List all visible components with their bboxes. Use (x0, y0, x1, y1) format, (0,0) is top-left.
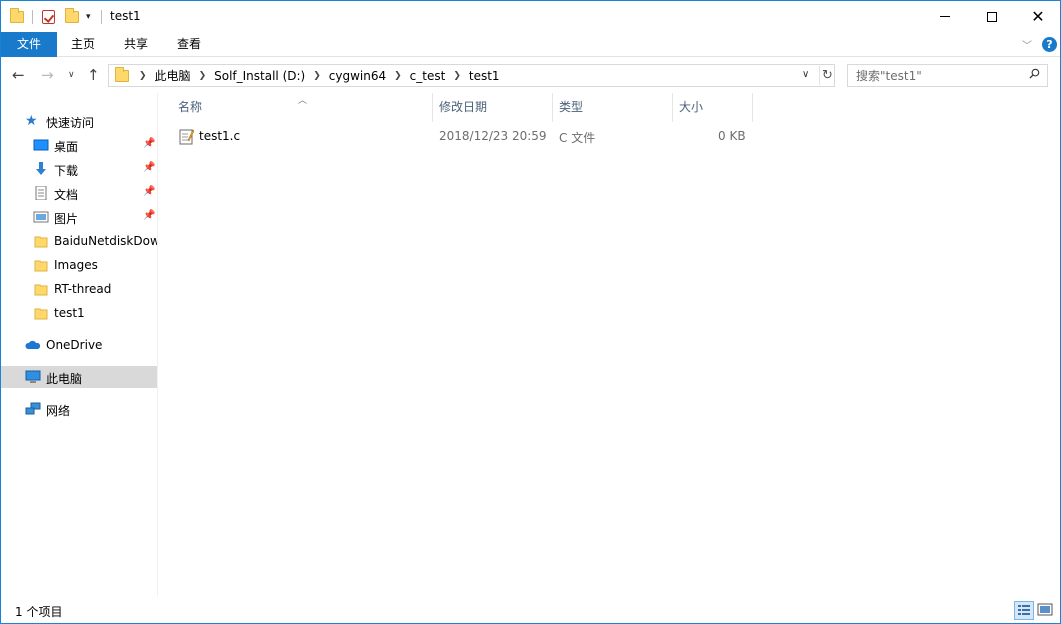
title-bar: ▾ test1 ✕ (1, 1, 1060, 32)
document-icon (35, 186, 47, 200)
breadcrumb-chevron-icon: ❯ (453, 70, 461, 81)
dropdown-icon: ▾ (86, 12, 91, 22)
details-view-button[interactable] (1014, 601, 1034, 620)
pin-icon[interactable]: 📌 (143, 138, 155, 149)
recent-locations-button[interactable]: ∨ (68, 70, 75, 80)
forward-button[interactable]: → (41, 66, 54, 84)
tab-file[interactable]: 文件 (1, 32, 57, 57)
ribbon: 文件 主页 共享 查看 ﹀ ? (1, 32, 1060, 57)
sidebar-onedrive[interactable]: OneDrive (1, 334, 157, 356)
file-type: C 文件 (559, 131, 596, 145)
breadcrumb-c-test[interactable]: c_test (410, 69, 446, 83)
close-button[interactable]: ✕ (1015, 1, 1060, 32)
search-icon[interactable] (1029, 68, 1040, 79)
details-view-icon (1018, 605, 1030, 615)
explorer-window: ▾ test1 ✕ 文件 主页 共享 查看 ﹀ ? ← → ∨ ↑ ❯ 此电脑 … (0, 0, 1061, 624)
sidebar-item-baidunetdisk[interactable]: BaiduNetdiskDow (1, 230, 157, 252)
sidebar-item-pictures[interactable]: 图片 📌 (1, 206, 157, 228)
up-button[interactable]: ↑ (87, 66, 100, 84)
arrow-up-icon: ↑ (87, 66, 100, 84)
column-header-size[interactable]: 大小 (671, 93, 752, 122)
help-icon[interactable]: ? (1042, 37, 1057, 52)
file-list: 名称 ︿ 修改日期 类型 大小 test1.c 2018/12/23 20:59… (161, 93, 1060, 596)
folder-icon (34, 236, 48, 248)
file-modified: 2018/12/23 20:59 (439, 129, 547, 143)
maximize-icon (987, 11, 997, 22)
folder-icon (10, 8, 24, 23)
sidebar-this-pc[interactable]: 此电脑 (1, 366, 157, 388)
title-separator (101, 10, 102, 24)
refresh-icon[interactable]: ↻ (819, 66, 835, 85)
folder-icon (34, 284, 48, 296)
arrow-right-icon: → (41, 66, 54, 84)
download-arrow-icon (36, 162, 46, 175)
sidebar-quick-access[interactable]: ★ 快速访问 (1, 110, 157, 132)
arrow-left-icon: ← (12, 66, 25, 84)
status-bar: 1 个项目 (1, 598, 1060, 623)
c-source-file-icon (179, 129, 194, 145)
network-icon (25, 402, 41, 415)
table-row[interactable]: test1.c 2018/12/23 20:59 C 文件 0 KB (161, 125, 760, 147)
sidebar-item-downloads[interactable]: 下载 📌 (1, 158, 157, 180)
close-icon: ✕ (1031, 6, 1045, 26)
minimize-icon (940, 16, 950, 17)
location-folder-icon (115, 66, 129, 82)
breadcrumb-chevron-icon: ❯ (139, 70, 147, 81)
pictures-icon (33, 211, 49, 223)
sort-ascending-icon: ︿ (298, 96, 308, 106)
item-count: 1 个项目 (15, 605, 63, 619)
large-icons-view-button[interactable] (1036, 601, 1056, 620)
sidebar-item-test1[interactable]: test1 (1, 302, 157, 324)
folder-icon (34, 308, 48, 320)
pin-icon[interactable]: 📌 (143, 162, 155, 173)
window-title: test1 (110, 9, 141, 23)
computer-icon (25, 370, 41, 383)
navigation-bar: ← → ∨ ↑ ❯ 此电脑 ❯ Solf_Install (D:) ❯ cygw… (1, 58, 1060, 93)
sidebar-item-documents[interactable]: 文档 📌 (1, 182, 157, 204)
file-size: 0 KB (718, 129, 746, 143)
large-icons-view-icon (1037, 603, 1053, 616)
search-box (847, 64, 1048, 87)
sidebar-item-desktop[interactable]: 桌面 📌 (1, 134, 157, 156)
breadcrumb-cygwin64[interactable]: cygwin64 (329, 69, 386, 83)
new-folder-button[interactable] (65, 7, 79, 27)
toolbar-separator (32, 10, 33, 24)
star-icon: ★ (25, 113, 38, 129)
column-header-modified[interactable]: 修改日期 (431, 93, 552, 122)
minimize-button[interactable] (922, 1, 968, 32)
customize-toolbar-button[interactable]: ▾ (86, 7, 91, 27)
tab-view[interactable]: 查看 (169, 32, 209, 57)
pin-icon[interactable]: 📌 (143, 186, 155, 197)
breadcrumb-test1[interactable]: test1 (469, 69, 500, 83)
pin-icon[interactable]: 📌 (143, 210, 155, 221)
sidebar-item-images[interactable]: Images (1, 254, 157, 276)
breadcrumb-chevron-icon: ❯ (313, 70, 321, 81)
cloud-icon (25, 340, 41, 349)
breadcrumb-drive[interactable]: Solf_Install (D:) (214, 69, 305, 83)
folder-icon (34, 260, 48, 272)
search-input[interactable] (848, 65, 1023, 86)
address-dropdown-icon[interactable]: ∨ (802, 69, 809, 80)
back-button[interactable]: ← (12, 66, 25, 84)
column-divider[interactable] (752, 93, 753, 122)
breadcrumb-this-pc[interactable]: 此电脑 (155, 67, 191, 84)
column-header-type[interactable]: 类型 (551, 93, 672, 122)
properties-button[interactable] (42, 7, 55, 27)
address-bar[interactable]: ❯ 此电脑 ❯ Solf_Install (D:) ❯ cygwin64 ❯ c… (108, 64, 835, 87)
tab-home[interactable]: 主页 (63, 32, 103, 57)
file-name: test1.c (199, 129, 241, 143)
sidebar-network[interactable]: 网络 (1, 398, 157, 420)
breadcrumb-chevron-icon: ❯ (394, 70, 402, 81)
desktop-icon (33, 139, 49, 151)
tab-share[interactable]: 共享 (116, 32, 156, 57)
expand-ribbon-icon[interactable]: ﹀ (1022, 37, 1032, 52)
sidebar-item-rt-thread[interactable]: RT-thread (1, 278, 157, 300)
qa-folder-icon[interactable] (10, 7, 24, 27)
properties-icon (42, 10, 55, 24)
breadcrumb-chevron-icon: ❯ (198, 70, 207, 81)
maximize-button[interactable] (969, 1, 1015, 32)
chevron-down-icon: ∨ (68, 70, 75, 80)
new-folder-icon (65, 8, 79, 23)
navigation-pane: ★ 快速访问 桌面 📌 下载 📌 文档 📌 图片 📌 BaiduNetdiskD… (1, 93, 158, 596)
